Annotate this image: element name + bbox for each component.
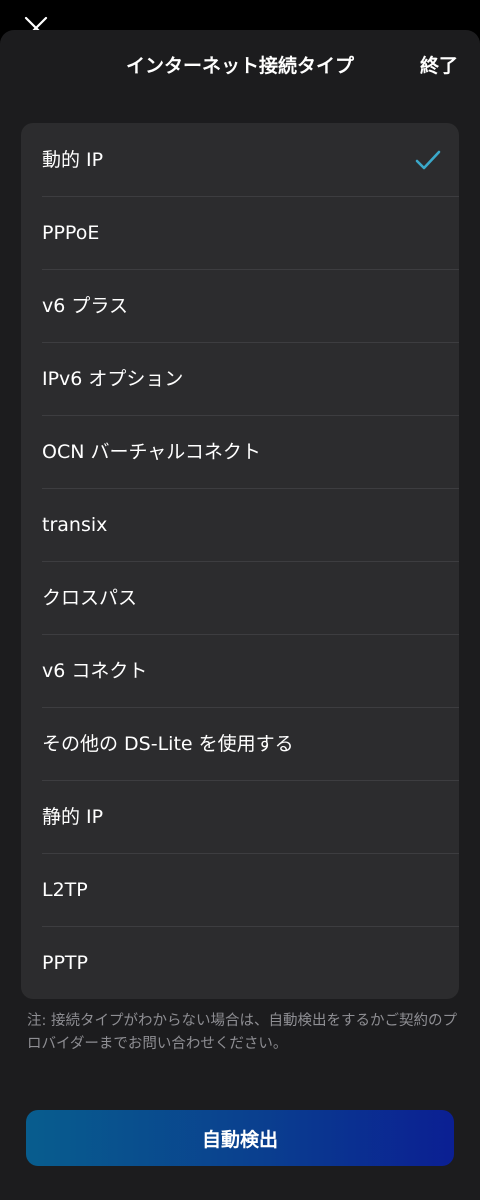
option-label: v6 プラス — [42, 294, 128, 317]
sheet-header: インターネット接続タイプ 終了 — [0, 30, 480, 102]
option-label: OCN バーチャルコネクト — [42, 440, 261, 463]
close-icon[interactable] — [22, 14, 50, 30]
connection-type-sheet: インターネット接続タイプ 終了 動的 IP PPPoE v6 プラス IPv6 … — [0, 30, 480, 1200]
option-label: L2TP — [42, 878, 88, 901]
option-label: クロスパス — [42, 586, 138, 609]
done-button[interactable]: 終了 — [420, 52, 458, 80]
option-label: transix — [42, 513, 108, 536]
option-label: その他の DS-Lite を使用する — [42, 732, 294, 755]
option-cross-pass[interactable]: クロスパス — [21, 561, 459, 634]
option-other-ds-lite[interactable]: その他の DS-Lite を使用する — [21, 707, 459, 780]
option-static-ip[interactable]: 静的 IP — [21, 780, 459, 853]
option-label: 動的 IP — [42, 148, 104, 171]
option-ocn-virtual-connect[interactable]: OCN バーチャルコネクト — [21, 415, 459, 488]
option-transix[interactable]: transix — [21, 488, 459, 561]
option-label: v6 コネクト — [42, 659, 148, 682]
option-label: IPv6 オプション — [42, 367, 184, 390]
option-label: 静的 IP — [42, 805, 104, 828]
connection-type-screen: インターネット接続タイプ 終了 動的 IP PPPoE v6 プラス IPv6 … — [0, 0, 480, 1200]
option-pppoe[interactable]: PPPoE — [21, 196, 459, 269]
option-ipv6-option[interactable]: IPv6 オプション — [21, 342, 459, 415]
help-note: 注: 接続タイプがわからない場合は、自動検出をするかご契約のプロバイダーまでお問… — [27, 1013, 457, 1052]
option-v6-plus[interactable]: v6 プラス — [21, 269, 459, 342]
checkmark-icon — [415, 148, 441, 172]
auto-detect-button[interactable]: 自動検出 — [26, 1110, 454, 1166]
page-title: インターネット接続タイプ — [125, 55, 354, 77]
option-l2tp[interactable]: L2TP — [21, 853, 459, 926]
option-label: PPTP — [42, 951, 88, 974]
option-label: PPPoE — [42, 221, 100, 244]
option-dynamic-ip[interactable]: 動的 IP — [21, 123, 459, 196]
connection-type-list: 動的 IP PPPoE v6 プラス IPv6 オプション OCN バーチャルコ… — [21, 123, 459, 999]
option-pptp[interactable]: PPTP — [21, 926, 459, 999]
option-v6-connect[interactable]: v6 コネクト — [21, 634, 459, 707]
